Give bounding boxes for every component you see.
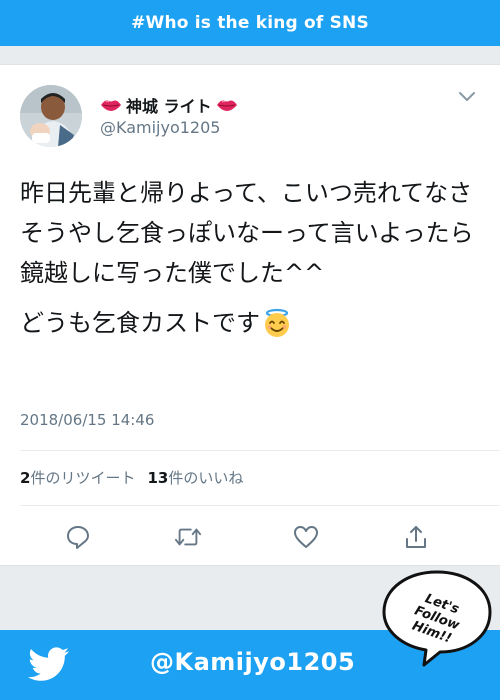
follow-speech-bubble: Let's Follow Him!! — [378, 568, 496, 668]
tweet-text-line: どうも乞食カストです — [20, 303, 485, 343]
screenshot-frame: #Who is the king of SNS 神城 ライト @Kamijyo1… — [0, 0, 500, 700]
retweet-count[interactable]: 2件のリツイート — [20, 467, 135, 488]
like-count[interactable]: 13件のいいね — [147, 467, 243, 488]
retweet-icon — [174, 528, 202, 546]
avatar[interactable] — [20, 85, 82, 147]
tweet-stats: 2件のリツイート 13件のいいね — [20, 467, 243, 488]
tweet-text-paragraph: 昨日先輩と帰りよって、こいつ売れてなさそうやし乞食っぽいなーって言いよったら鏡越… — [20, 179, 474, 287]
reply-icon — [67, 526, 89, 549]
lips-icon — [216, 100, 237, 111]
retweet-count-label: 件のリツイート — [30, 469, 136, 487]
divider — [20, 450, 500, 451]
avatar-photo — [20, 85, 82, 147]
retweet-button[interactable] — [174, 523, 202, 551]
tweet-header: 神城 ライト @Kamijyo1205 — [20, 85, 480, 147]
top-spacer — [0, 46, 500, 65]
footer-handle[interactable]: @Kamijyo1205 — [150, 648, 355, 676]
tweet-card: 神城 ライト @Kamijyo1205 昨日先輩と帰りよって、こいつ売れてなさそ… — [0, 65, 500, 565]
like-count-label: 件のいいね — [168, 469, 244, 487]
divider — [20, 505, 500, 506]
share-icon — [406, 526, 426, 548]
top-banner: #Who is the king of SNS — [0, 0, 500, 46]
retweet-count-value: 2 — [20, 469, 31, 487]
like-button[interactable] — [292, 523, 320, 551]
tweet-text-paragraph: どうも乞食カストです — [20, 309, 260, 337]
display-name-line[interactable]: 神城 ライト — [100, 93, 238, 117]
heart-icon — [294, 526, 318, 548]
display-name: 神城 ライト — [126, 97, 212, 116]
smiling-angel-face-icon — [265, 308, 289, 337]
lips-icon — [101, 100, 121, 111]
chevron-down-icon[interactable] — [458, 91, 476, 103]
user-handle[interactable]: @Kamijyo1205 — [100, 118, 220, 137]
tweet-body: 昨日先輩と帰りよって、こいつ売れてなさそうやし乞食っぽいなーって言いよったら鏡越… — [20, 173, 485, 343]
reply-button[interactable] — [64, 523, 92, 551]
hashtag-title[interactable]: #Who is the king of SNS — [131, 13, 369, 33]
tweet-timestamp[interactable]: 2018/06/15 14:46 — [20, 411, 154, 429]
twitter-bird-icon[interactable] — [28, 647, 70, 683]
tweet-actions — [0, 517, 500, 557]
like-count-value: 13 — [147, 469, 169, 487]
share-button[interactable] — [402, 523, 430, 551]
